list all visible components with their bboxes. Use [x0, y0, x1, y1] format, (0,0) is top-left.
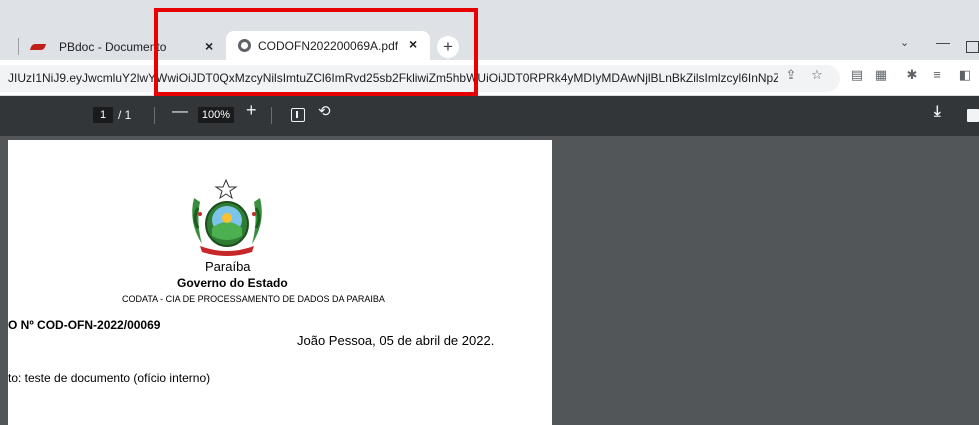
tab-search-chevron-icon[interactable]: ⌄ [900, 36, 909, 49]
page-total: / 1 [118, 108, 132, 122]
page-number-input[interactable]: 1 [93, 107, 113, 123]
share-icon[interactable]: ⇪ [782, 68, 800, 82]
bookmark-star-icon[interactable]: ☆ [808, 68, 826, 82]
toolbar-divider [271, 107, 272, 124]
pbdoc-favicon-icon [29, 44, 47, 50]
doc-organization: CODATA - CIA DE PROCESSAMENTO DE DADOS D… [122, 294, 385, 304]
reading-list-icon[interactable]: ≡ [928, 68, 946, 82]
fit-to-page-icon[interactable] [291, 108, 305, 122]
doc-date-line: João Pessoa, 05 de abril de 2022. [297, 333, 495, 348]
zoom-out-button[interactable]: — [172, 104, 188, 120]
tab-separator [18, 38, 19, 55]
zoom-input[interactable]: 100% [198, 107, 234, 123]
minimize-button[interactable]: — [936, 34, 950, 50]
rotate-icon[interactable]: ⟲ [318, 104, 331, 119]
doc-state-name: Paraíba [205, 259, 251, 274]
red-highlight-box [154, 8, 478, 96]
browser-toolbar: JIUzI1NiJ9.eyJwcmluY2lwYWwiOiJDT0QxMzcyN… [0, 60, 979, 96]
reader-mode-icon[interactable]: ▤ [848, 68, 866, 82]
tab-title: PBdoc - Documento [59, 40, 167, 54]
doc-subject: to: teste de documento (ofício interno) [8, 371, 211, 385]
zoom-in-button[interactable]: + [246, 101, 257, 119]
extensions-puzzle-icon[interactable]: ✱ [903, 68, 921, 82]
toolbar-divider [154, 107, 155, 124]
tab-strip: PBdoc - Documento × CODOFN202200069A.pdf… [0, 0, 979, 60]
download-icon[interactable]: ⤓ [934, 104, 941, 119]
maximize-button[interactable] [966, 41, 979, 53]
pdf-toolbar: 1 / 1 — 100% + ⟲ ⤓ [0, 96, 979, 136]
doc-government: Governo do Estado [177, 276, 288, 290]
apps-grid-icon[interactable]: ▦ [872, 68, 890, 82]
print-icon[interactable] [967, 109, 979, 122]
side-panel-icon[interactable]: ◧ [956, 68, 974, 82]
paraiba-coat-of-arms [192, 178, 262, 256]
doc-number: O Nº COD-OFN-2022/00069 [8, 318, 161, 332]
